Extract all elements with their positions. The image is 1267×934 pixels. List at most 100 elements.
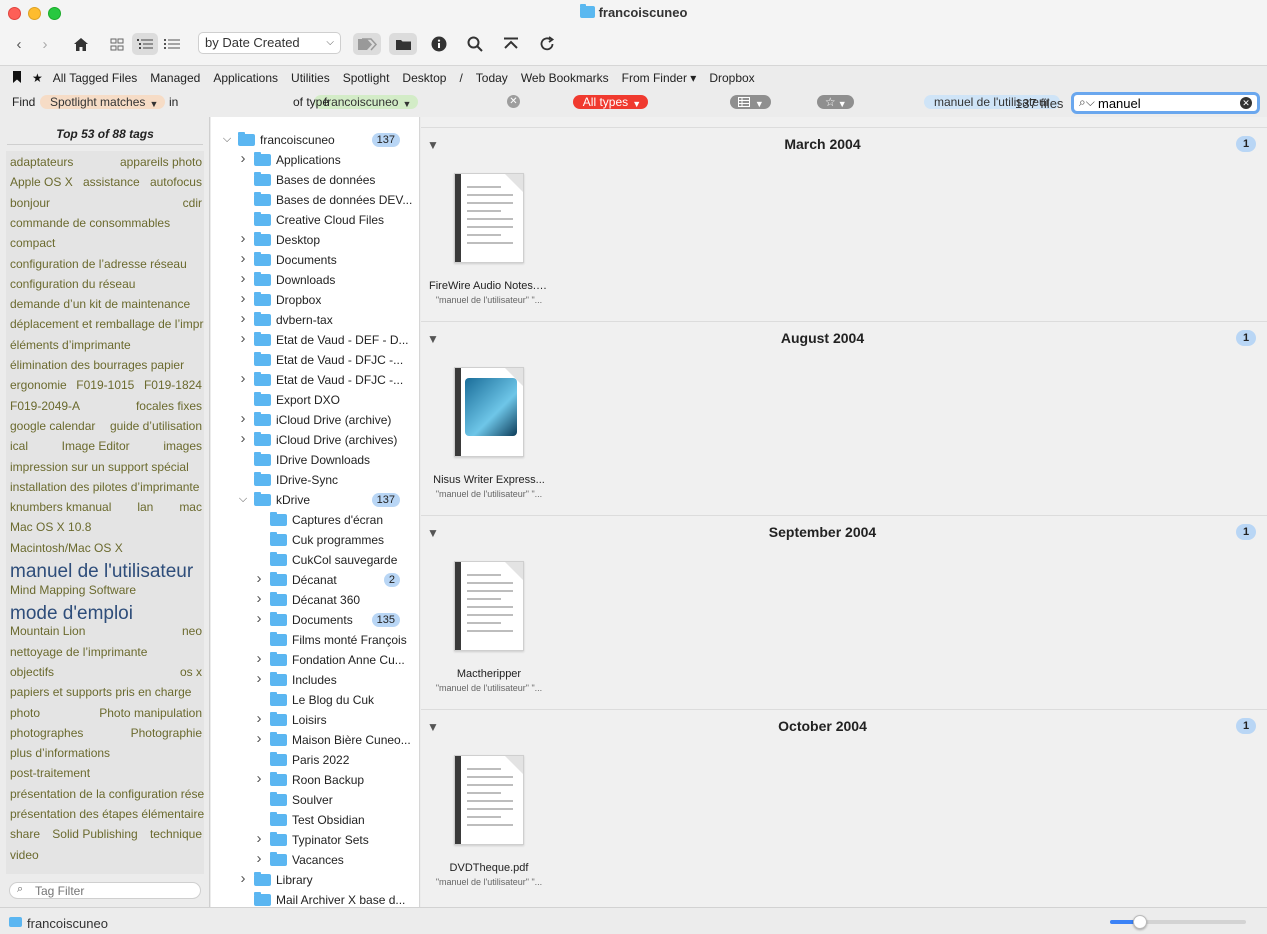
tree-row-idrive-sync[interactable]: IDrive-Sync xyxy=(211,470,419,490)
tag-video[interactable]: video xyxy=(10,848,39,862)
tree-row-dvbern-tax[interactable]: › dvbern-tax xyxy=(211,310,419,330)
tag-os-x[interactable]: os x xyxy=(180,665,202,679)
tree-row-paris-2022[interactable]: Paris 2022 xyxy=(211,750,419,770)
tag-apple-os-x[interactable]: Apple OS X xyxy=(10,175,73,189)
home-icon[interactable] xyxy=(70,33,92,55)
tree-row-films-monte-francois[interactable]: Films monté François xyxy=(211,630,419,650)
tag-mode-d-emploi[interactable]: mode d'emploi xyxy=(10,603,133,625)
tag-photo-manipulation[interactable]: Photo manipulation xyxy=(99,706,202,720)
tag-focales-fixes[interactable]: focales fixes xyxy=(136,399,202,413)
tag-assistance[interactable]: assistance xyxy=(83,175,140,189)
tag-photographes[interactable]: photographes xyxy=(10,726,83,740)
back-icon[interactable]: ‹ xyxy=(10,33,28,55)
favorite-today[interactable]: Today xyxy=(476,71,508,85)
disclosure-collapsed-icon[interactable]: › xyxy=(238,370,248,387)
tag-f019-2049-a[interactable]: F019-2049-A xyxy=(10,399,80,413)
disclosure-collapsed-icon[interactable]: › xyxy=(238,410,248,427)
disclosure-collapsed-icon[interactable]: › xyxy=(254,590,264,607)
tag-post-traitement[interactable]: post-traitement xyxy=(10,766,90,780)
disclosure-collapsed-icon[interactable]: › xyxy=(254,770,264,787)
grid-view-icon[interactable] xyxy=(106,33,128,55)
tag-adaptateurs[interactable]: adaptateurs xyxy=(10,155,73,169)
search-input[interactable] xyxy=(1098,96,1238,111)
tag-knumbers-kmanual[interactable]: knumbers kmanual xyxy=(10,500,111,514)
tag-objectifs[interactable]: objectifs xyxy=(10,665,54,679)
file-name[interactable]: Mactheripper xyxy=(429,668,549,680)
tree-row-documents[interactable]: › Documents xyxy=(211,250,419,270)
tag-f019-1824[interactable]: F019-1824 xyxy=(144,378,202,392)
tag-image-editor[interactable]: Image Editor xyxy=(62,439,130,453)
tree-row-etat-de-vaud-dfjc[interactable]: Etat de Vaud - DFJC -... xyxy=(211,350,419,370)
tree-row-downloads[interactable]: › Downloads xyxy=(211,270,419,290)
tag-mountain-lion[interactable]: Mountain Lion xyxy=(10,624,85,638)
disclosure-collapsed-icon[interactable]: › xyxy=(238,310,248,327)
tree-row-loisirs[interactable]: › Loisirs xyxy=(211,710,419,730)
disclosure-collapsed-icon[interactable]: › xyxy=(254,670,264,687)
file-thumbnail[interactable] xyxy=(454,173,524,263)
tag-commande-de-consommables[interactable]: commande de consommables xyxy=(10,216,170,230)
file-type-popup[interactable]: All types ▼ xyxy=(572,95,649,109)
disclosure-collapsed-icon[interactable]: › xyxy=(254,730,264,747)
tag-photographie[interactable]: Photographie xyxy=(131,726,202,740)
disclosure-collapsed-icon[interactable]: › xyxy=(238,230,248,247)
rating-popup[interactable]: ☆ ▼ xyxy=(816,95,854,109)
tag-lan[interactable]: lan xyxy=(137,500,153,514)
refresh-icon[interactable] xyxy=(536,33,558,55)
tag-mac-os-x-10-8[interactable]: Mac OS X 10.8 xyxy=(10,520,91,534)
tag-elimination-des-bourrages-papier[interactable]: élimination des bourrages papier xyxy=(10,358,184,372)
file-name[interactable]: DVDTheque.pdf xyxy=(429,862,549,874)
tree-row-vacances[interactable]: › Vacances xyxy=(211,850,419,870)
tag-ergonomie[interactable]: ergonomie xyxy=(10,378,67,392)
tree-row-mail-archiver-x-base-d[interactable]: Mail Archiver X base d... xyxy=(211,890,419,907)
favorite-from-finder[interactable]: From Finder ▾ xyxy=(622,71,697,85)
disclosure-collapsed-icon[interactable]: › xyxy=(238,290,248,307)
file-name[interactable]: FireWire Audio Notes.pdf xyxy=(429,280,549,292)
tree-row-export-dxo[interactable]: Export DXO xyxy=(211,390,419,410)
disclosure-expanded-icon[interactable]: ⌵ xyxy=(222,133,232,146)
tree-row-includes[interactable]: › Includes xyxy=(211,670,419,690)
table-view-popup[interactable]: ▼ xyxy=(729,95,771,109)
file-thumbnail[interactable] xyxy=(454,367,524,457)
tree-row-etat-de-vaud-dfjc[interactable]: › Etat de Vaud - DFJC -... xyxy=(211,370,419,390)
find-mode-popup[interactable]: Spotlight matches ▼ xyxy=(40,95,166,109)
tag-filter-input[interactable] xyxy=(35,884,185,898)
disclosure-collapsed-icon[interactable]: › xyxy=(238,430,248,447)
disclosure-collapsed-icon[interactable]: › xyxy=(238,250,248,267)
tag-elements-d-imprimante[interactable]: éléments d’imprimante xyxy=(10,338,131,352)
tree-row-kdrive[interactable]: ⌵ kDrive 137 xyxy=(211,490,419,510)
file-thumbnail[interactable] xyxy=(454,561,524,651)
tree-row-roon-backup[interactable]: › Roon Backup xyxy=(211,770,419,790)
tag-technique[interactable]: technique xyxy=(150,827,202,841)
tag-f019-1015[interactable]: F019-1015 xyxy=(76,378,134,392)
info-icon[interactable] xyxy=(428,33,450,55)
favorite-managed[interactable]: Managed xyxy=(150,71,200,85)
tree-row-icloud-drive-archives[interactable]: › iCloud Drive (archives) xyxy=(211,430,419,450)
tag-papiers-et-supports-pris-en-charge[interactable]: papiers et supports pris en charge xyxy=(10,685,191,699)
sort-by-select[interactable]: by Date Created ⌵ xyxy=(198,32,341,54)
tree-row-bases-de-donnees-dev[interactable]: Bases de données DEV... xyxy=(211,190,419,210)
tag-icon[interactable] xyxy=(353,33,381,55)
tag-deplacement-et-remballage-de-l-imprimante[interactable]: déplacement et remballage de l’imprimant… xyxy=(10,317,204,331)
tree-row-bases-de-donnees[interactable]: Bases de données xyxy=(211,170,419,190)
tag-google-calendar[interactable]: google calendar xyxy=(10,419,95,433)
tree-row-creative-cloud-files[interactable]: Creative Cloud Files xyxy=(211,210,419,230)
tag-bonjour[interactable]: bonjour xyxy=(10,196,50,210)
clear-tag-filter-button[interactable]: ✕ xyxy=(507,95,520,108)
tag-images[interactable]: images xyxy=(163,439,202,453)
tree-row-cuk-programmes[interactable]: Cuk programmes xyxy=(211,530,419,550)
favorite-applications[interactable]: Applications xyxy=(213,71,278,85)
tree-row-captures-d-ecran[interactable]: Captures d'écran xyxy=(211,510,419,530)
tag-nettoyage-de-l-imprimante[interactable]: nettoyage de l’imprimante xyxy=(10,645,147,659)
go-top-icon[interactable] xyxy=(500,33,522,55)
tag-neo[interactable]: neo xyxy=(182,624,202,638)
disclosure-collapsed-icon[interactable]: › xyxy=(254,710,264,727)
tree-row-library[interactable]: › Library xyxy=(211,870,419,890)
tag-demande-d-un-kit-de-maintenance[interactable]: demande d’un kit de maintenance xyxy=(10,297,190,311)
tag-solid-publishing[interactable]: Solid Publishing xyxy=(52,827,137,841)
star-icon[interactable]: ★ xyxy=(32,71,43,85)
file-name[interactable]: Nisus Writer Express... xyxy=(429,474,549,486)
favorite-root[interactable]: / xyxy=(459,71,462,85)
compact-list-icon[interactable] xyxy=(161,33,183,55)
tree-row-idrive-downloads[interactable]: IDrive Downloads xyxy=(211,450,419,470)
favorite-all-tagged-files[interactable]: All Tagged Files xyxy=(53,71,138,85)
